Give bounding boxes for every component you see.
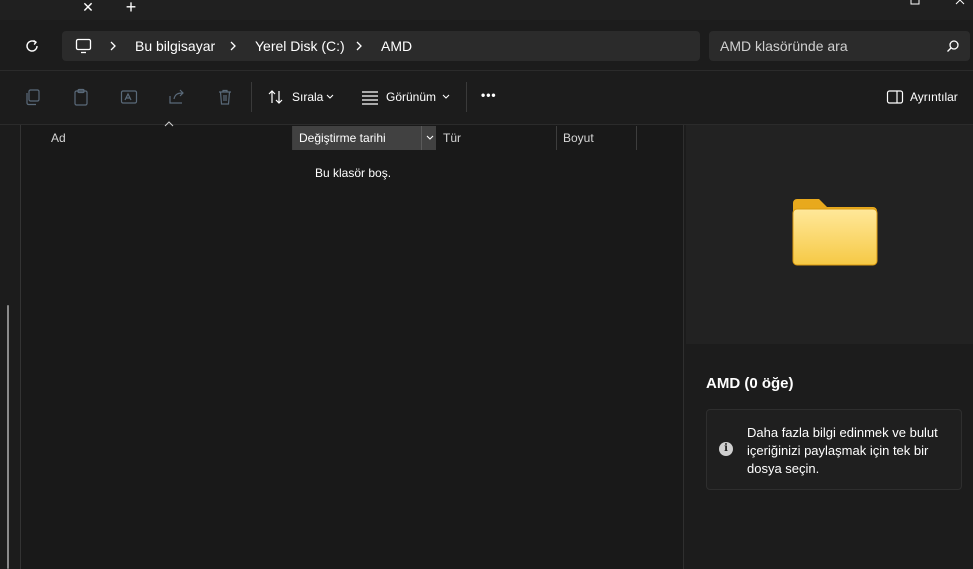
this-pc-icon[interactable] — [75, 38, 92, 54]
column-separator[interactable] — [292, 126, 293, 150]
toolbar-separator — [466, 82, 467, 112]
column-header-date[interactable]: Değiştirme tarihi — [299, 126, 386, 150]
empty-folder-message: Bu klasör boş. — [315, 166, 392, 180]
refresh-button[interactable] — [20, 34, 44, 58]
delete-icon[interactable] — [216, 88, 234, 106]
close-icon: ✕ — [82, 0, 94, 15]
chevron-right-icon[interactable] — [108, 40, 118, 52]
column-dropdown-button[interactable] — [421, 126, 437, 150]
chevron-down-icon — [426, 135, 433, 140]
rename-icon[interactable] — [120, 88, 138, 106]
info-message: Daha fazla bilgi edinmek ve bulut içeriğ… — [747, 425, 938, 476]
column-header-name[interactable]: Ad — [51, 126, 66, 150]
toolbar-separator — [251, 82, 252, 112]
more-options-icon[interactable]: ••• — [481, 88, 497, 102]
chevron-right-icon[interactable] — [354, 40, 364, 52]
share-icon[interactable] — [168, 88, 186, 106]
breadcrumb-local-disk[interactable]: Yerel Disk (C:) — [255, 38, 345, 54]
chevron-down-icon[interactable] — [442, 94, 450, 100]
column-separator[interactable] — [636, 126, 637, 150]
nav-scrollbar[interactable] — [7, 305, 9, 569]
details-pane-icon[interactable] — [886, 89, 904, 107]
new-tab-button[interactable]: + — [120, 0, 142, 17]
sort-button[interactable]: Sırala — [292, 90, 323, 104]
refresh-icon — [26, 39, 38, 52]
sort-icon[interactable] — [267, 88, 285, 106]
details-button[interactable]: Ayrıntılar — [910, 90, 958, 104]
chevron-down-icon[interactable] — [326, 94, 334, 100]
navigation-pane — [0, 125, 21, 569]
search-icon[interactable] — [946, 39, 960, 53]
column-separator[interactable] — [556, 126, 557, 150]
view-button[interactable]: Görünüm — [386, 90, 436, 104]
folder-icon — [791, 197, 879, 267]
copy-icon[interactable] — [24, 88, 42, 106]
close-window-button[interactable] — [954, 0, 968, 6]
plus-icon: + — [125, 0, 137, 17]
info-icon: i — [719, 442, 733, 456]
close-window-icon — [955, 0, 965, 5]
close-tab-button[interactable]: ✕ — [76, 0, 100, 14]
search-placeholder: AMD klasöründe ara — [720, 38, 848, 54]
column-header-size[interactable]: Boyut — [563, 126, 594, 150]
breadcrumb-this-pc[interactable]: Bu bilgisayar — [135, 38, 215, 54]
column-header-type[interactable]: Tür — [443, 126, 461, 150]
maximize-button[interactable] — [908, 0, 922, 6]
tab-strip — [0, 0, 973, 20]
view-icon[interactable] — [361, 88, 379, 106]
maximize-icon — [910, 0, 920, 5]
paste-icon[interactable] — [72, 88, 90, 106]
breadcrumb-amd[interactable]: AMD — [381, 38, 412, 54]
file-list[interactable] — [21, 125, 684, 569]
details-title: AMD (0 öğe) — [706, 375, 794, 392]
sort-ascending-icon — [164, 121, 174, 127]
chevron-right-icon[interactable] — [228, 40, 238, 52]
